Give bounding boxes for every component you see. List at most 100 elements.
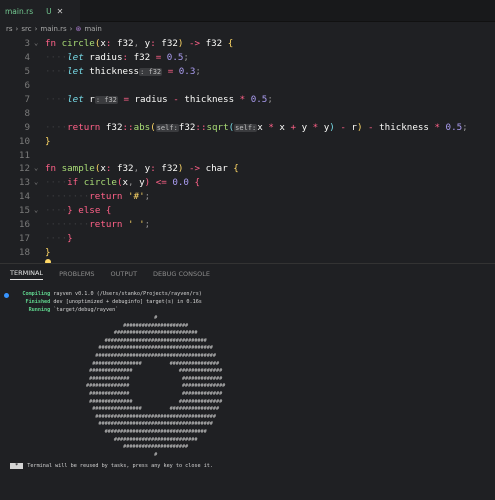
code-line[interactable]: 18} [0, 246, 495, 260]
code-token: * [434, 121, 446, 133]
code-text: fn circle(x: f32, y: f32) -> f32 { [45, 37, 233, 51]
code-token: : [105, 38, 117, 49]
inlay-hint: : f32 [139, 67, 163, 76]
message-badge: * [10, 463, 24, 469]
code-token: thickness [184, 93, 240, 105]
code-line[interactable]: 13 ⌄ ····if circle(x, y) <= 0.0 { [0, 176, 495, 190]
ascii-art-row: ########################### [86, 330, 198, 337]
fold-chevron-icon[interactable]: ⌄ [34, 37, 38, 51]
code-line[interactable]: 12 ⌄ fn sample(x: f32, y: f32) -> char { [0, 162, 495, 176]
ascii-art-row: ############## ############## [86, 398, 223, 405]
code-token: f32 [133, 51, 156, 63]
line-number: 3 [24, 38, 30, 49]
code-line[interactable]: 3 ⌄ fn circle(x: f32, y: f32) -> f32 { [0, 37, 495, 51]
code-token: circle [61, 38, 95, 49]
code-text: ····return f32::abs(self:f32::sqrt(self:… [45, 121, 468, 136]
code-token: return [89, 219, 128, 231]
code-token: let [67, 65, 90, 77]
code-token: f32 [105, 121, 123, 133]
line-number: 12 [18, 163, 30, 175]
code-editor[interactable]: 3 ⌄ fn circle(x: f32, y: f32) -> f32 {4 ···… [0, 37, 495, 260]
code-token: -> [183, 163, 206, 175]
breadcrumb-item[interactable]: main.rs [40, 25, 66, 33]
inlay-hint: self: [155, 123, 179, 132]
code-token: ········ [45, 191, 90, 203]
code-token: : [105, 163, 117, 175]
code-token: , [133, 38, 145, 49]
terminal[interactable]: Compiling rayven v0.1.0 (/Users/stanko/P… [0, 291, 495, 469]
ascii-art-output: # ##################### ################… [86, 315, 225, 459]
code-token: ···· [45, 205, 68, 217]
fold-chevron-icon[interactable]: ⌄ [34, 162, 38, 176]
code-token: : [150, 38, 162, 49]
code-token: <= [150, 177, 173, 189]
code-line[interactable]: 17 ····} [0, 232, 495, 246]
code-text: } [45, 246, 51, 260]
line-number: 18 [18, 247, 30, 259]
code-token: ···· [45, 121, 68, 133]
code-line[interactable]: 16 ········return ' '; [0, 218, 495, 232]
ascii-art-row: ##################################### [86, 421, 213, 428]
code-token: + [290, 121, 302, 133]
code-text: ········return '#'; [45, 190, 150, 204]
code-token: ' ' [128, 219, 145, 231]
code-token: radius [134, 93, 174, 105]
editor-tab-bar: main.rs U ✕ [0, 0, 495, 22]
tab-main-rs[interactable]: main.rs U ✕ [0, 0, 80, 22]
code-token: f32 [178, 121, 196, 133]
ascii-art-row: ############# ############# [86, 390, 223, 397]
terminal-line: Running `target/debug/rayven` [10, 306, 119, 313]
fold-chevron-icon[interactable]: ⌄ [34, 204, 38, 218]
breadcrumb-item[interactable]: main [84, 25, 102, 33]
code-token: '#' [128, 191, 145, 203]
code-line[interactable]: 7 ····let r: f32 = radius - thickness * 0… [0, 93, 495, 107]
code-token: { [233, 163, 239, 175]
tab-label: main.rs [5, 6, 34, 16]
code-line[interactable]: 8 [0, 107, 495, 121]
line-number: 14 [18, 191, 30, 203]
code-token: 0.0 [172, 177, 195, 189]
code-line[interactable]: 11 [0, 149, 495, 163]
ascii-art-row: ####################################### [86, 413, 216, 420]
line-number: 11 [18, 149, 30, 161]
code-token: ; [462, 121, 468, 133]
code-token: } [45, 135, 51, 147]
code-line[interactable]: 15 ⌄ ····} else { [0, 204, 495, 218]
code-line[interactable]: 10} [0, 135, 495, 149]
breadcrumb-item[interactable]: src [21, 25, 31, 33]
terminal-message: * Terminal will be reused by tasks, pres… [10, 463, 213, 469]
code-token: :: [122, 121, 134, 133]
tab-problems[interactable]: PROBLEMS [59, 270, 94, 278]
tab-terminal[interactable]: TERMINAL [10, 269, 44, 280]
code-token: thickness [379, 121, 435, 133]
code-token: :: [195, 121, 207, 133]
ascii-art-row: ##################### [86, 322, 189, 329]
code-token: else [78, 205, 106, 217]
line-number: 13 [18, 177, 30, 189]
close-icon[interactable]: ✕ [57, 7, 64, 16]
code-token: f32 [116, 163, 134, 175]
code-token: 0.5 [445, 121, 463, 133]
code-line[interactable]: 6 [0, 79, 495, 93]
code-token: } [45, 247, 51, 259]
code-text: ····let r: f32 = radius - thickness * 0.… [45, 93, 273, 108]
tab-output[interactable]: OUTPUT [111, 270, 138, 278]
code-line[interactable]: 4 ····let radius: f32 = 0.5; [0, 51, 495, 65]
code-text: } [45, 135, 51, 149]
code-token: sqrt [206, 121, 229, 133]
code-line[interactable]: 14 ········return '#'; [0, 190, 495, 204]
breadcrumb-item[interactable]: rs [6, 25, 13, 33]
fold-chevron-icon[interactable]: ⌄ [34, 176, 38, 190]
line-number: 5 [24, 65, 30, 77]
code-token: fn [45, 163, 62, 175]
code-text: ····} [45, 232, 73, 246]
code-line[interactable]: 5 ····let thickness: f32 = 0.3; [0, 65, 495, 79]
code-token: let [67, 51, 90, 63]
code-token: ( [150, 121, 156, 133]
code-token: } [67, 233, 73, 245]
code-line[interactable]: 9 ····return f32::abs(self:f32::sqrt(self… [0, 121, 495, 135]
code-token: 0.5 [166, 51, 184, 63]
ascii-art-row: ##################### [86, 444, 189, 451]
tab-debug-console[interactable]: DEBUG CONSOLE [153, 270, 210, 278]
line-number: 4 [24, 51, 30, 63]
